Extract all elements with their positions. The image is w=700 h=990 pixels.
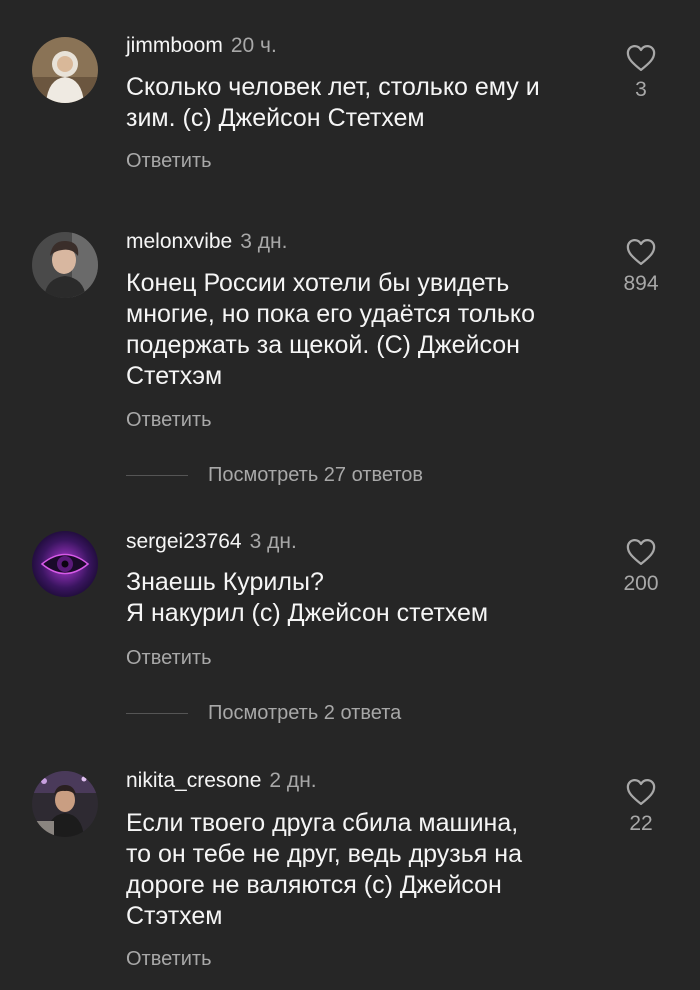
- like-button[interactable]: 200: [612, 538, 670, 596]
- comment-text-line: Я накурил (с) Джейсон стетхем: [126, 599, 489, 627]
- like-button[interactable]: 894: [612, 238, 670, 296]
- comment-text-line: Сколько человек лет, столько ему и: [126, 73, 540, 101]
- comment-meta: melonxvibe 3 дн.: [126, 229, 287, 255]
- timestamp: 2 дн.: [269, 769, 317, 792]
- comment-text-line: Стетхэм: [126, 362, 223, 390]
- comment-text-line: дороге не валяются (с) Джейсон: [126, 871, 502, 899]
- timestamp: 3 дн.: [240, 230, 288, 253]
- comment-meta: sergei23764 3 дн.: [126, 529, 297, 555]
- comment-text-line: многие, но пока его удаётся только: [126, 300, 536, 328]
- like-count: 200: [623, 572, 659, 595]
- avatar[interactable]: [32, 37, 98, 103]
- divider: [126, 474, 188, 476]
- heart-outline-icon: [626, 45, 656, 71]
- reply-button[interactable]: Ответить: [126, 149, 212, 173]
- username[interactable]: sergei23764: [126, 530, 242, 553]
- comment-text: Знаешь Курилы? Я накурил (с) Джейсон сте…: [126, 567, 596, 629]
- heart-outline-icon: [626, 239, 656, 265]
- comment-text-line: Конец России хотели бы увидеть: [126, 269, 510, 297]
- view-replies-label: Посмотреть 2 ответа: [208, 701, 402, 724]
- comment-text: Конец России хотели бы увидеть многие, н…: [126, 268, 596, 392]
- reply-button[interactable]: Ответить: [126, 947, 212, 971]
- username[interactable]: melonxvibe: [126, 230, 232, 253]
- comment-text: Если твоего друга сбила машина, то он те…: [126, 808, 596, 932]
- like-count: 22: [629, 812, 653, 835]
- divider: [126, 712, 188, 714]
- comment-text: Сколько человек лет, столько ему и зим. …: [126, 72, 596, 134]
- like-count: 3: [635, 78, 647, 101]
- comment-meta: jimmboom 20 ч.: [126, 33, 277, 59]
- timestamp: 3 дн.: [249, 530, 297, 553]
- view-replies-button[interactable]: Посмотреть 2 ответа: [126, 699, 401, 727]
- reply-button[interactable]: Ответить: [126, 408, 212, 432]
- like-count: 894: [623, 272, 659, 295]
- comment-text-line: Если твоего друга сбила машина,: [126, 809, 519, 837]
- username[interactable]: nikita_cresone: [126, 769, 261, 792]
- avatar[interactable]: [32, 531, 98, 597]
- username[interactable]: jimmboom: [126, 34, 223, 57]
- comment-text-line: то он тебе не друг, ведь друзья на: [126, 840, 522, 868]
- reply-button[interactable]: Ответить: [126, 646, 212, 670]
- heart-outline-icon: [626, 539, 656, 565]
- avatar[interactable]: [32, 771, 98, 837]
- like-button[interactable]: 22: [612, 778, 670, 836]
- avatar[interactable]: [32, 232, 98, 298]
- comment-text-line: зим. (с) Джейсон Стетхем: [126, 104, 425, 132]
- view-replies-label: Посмотреть 27 ответов: [208, 463, 423, 486]
- comment-text-line: Знаешь Курилы?: [126, 568, 324, 596]
- comment-text-line: подержать за щекой. (С) Джейсон: [126, 331, 520, 359]
- like-button[interactable]: 3: [612, 44, 670, 102]
- timestamp: 20 ч.: [230, 34, 277, 57]
- comment-meta: nikita_cresone 2 дн.: [126, 768, 317, 794]
- heart-outline-icon: [626, 779, 656, 805]
- comment-text-line: Стэтхем: [126, 902, 223, 930]
- view-replies-button[interactable]: Посмотреть 27 ответов: [126, 461, 423, 489]
